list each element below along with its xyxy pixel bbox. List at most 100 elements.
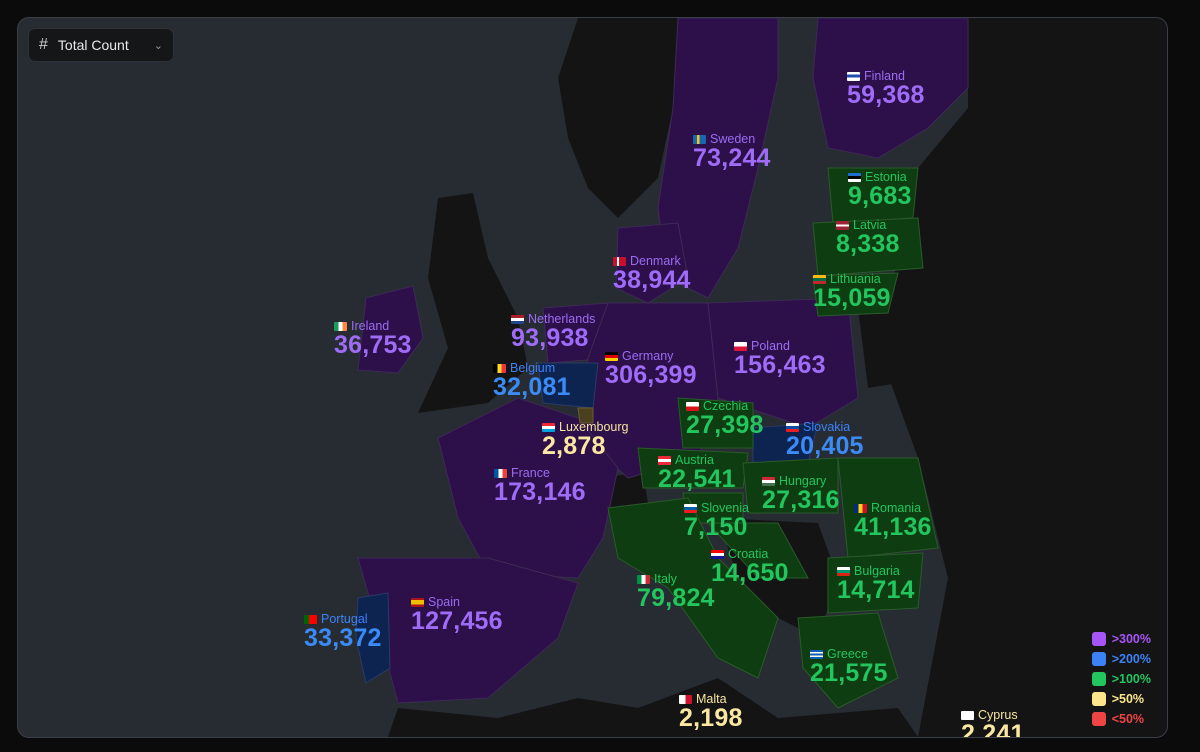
- label-slovenia: Slovenia 7,150: [684, 502, 749, 540]
- legend-item: >100%: [1091, 669, 1151, 689]
- flag-slovenia-icon: [684, 503, 697, 513]
- flag-estonia-icon: [848, 172, 861, 182]
- label-poland-value: 156,463: [734, 350, 826, 379]
- label-france-value: 173,146: [494, 477, 586, 506]
- label-austria: Austria 22,541: [658, 454, 736, 492]
- label-ireland-value: 36,753: [334, 330, 412, 359]
- flag-ireland-icon: [334, 321, 347, 331]
- label-estonia-value: 9,683: [848, 181, 912, 210]
- land-norway: [558, 18, 678, 218]
- label-belgium-value: 32,081: [493, 372, 571, 401]
- flag-cyprus-icon: [961, 710, 974, 720]
- label-romania: Romania 41,136: [854, 502, 932, 540]
- label-hungary-value: 27,316: [762, 485, 840, 514]
- flag-finland-icon: [847, 71, 860, 81]
- metric-selector[interactable]: # Total Count ⌄: [28, 28, 174, 62]
- label-malta: Malta 2,198: [679, 693, 743, 731]
- label-austria-value: 22,541: [658, 464, 736, 493]
- label-malta-value: 2,198: [679, 703, 743, 732]
- label-czechia-value: 27,398: [686, 410, 764, 439]
- flag-czechia-icon: [686, 401, 699, 411]
- flag-malta-icon: [679, 694, 692, 704]
- flag-italy-icon: [637, 574, 650, 584]
- flag-latvia-icon: [836, 220, 849, 230]
- legend-label: >200%: [1111, 652, 1151, 666]
- legend-item: >50%: [1091, 689, 1151, 709]
- flag-denmark-icon: [613, 256, 626, 266]
- label-spain: Spain 127,456: [411, 596, 503, 634]
- legend-item: >200%: [1091, 649, 1151, 669]
- flag-france-icon: [494, 468, 507, 478]
- legend-swatch: [1091, 632, 1106, 646]
- label-belgium: Belgium 32,081: [493, 362, 571, 400]
- flag-luxembourg-icon: [542, 422, 555, 432]
- legend-label: >100%: [1111, 672, 1151, 686]
- label-france: France 173,146: [494, 467, 586, 505]
- label-luxembourg: Luxembourg 2,878: [542, 421, 629, 459]
- label-luxembourg-value: 2,878: [542, 431, 606, 460]
- label-cyprus-value: 2,241: [961, 719, 1025, 738]
- legend-swatch: [1091, 712, 1106, 726]
- label-denmark-value: 38,944: [613, 265, 691, 294]
- label-czechia: Czechia 27,398: [686, 400, 764, 438]
- chevron-down-icon: ⌄: [153, 39, 163, 52]
- flag-germany-icon: [605, 351, 618, 361]
- label-romania-value: 41,136: [854, 512, 932, 541]
- label-portugal: Portugal 33,372: [304, 613, 382, 651]
- legend-swatch: [1091, 652, 1106, 666]
- label-italy-value: 79,824: [637, 583, 715, 612]
- label-finland: Finland 59,368: [847, 70, 925, 108]
- label-poland: Poland 156,463: [734, 340, 826, 378]
- label-netherlands-value: 93,938: [511, 323, 589, 352]
- map-legend: >300% >200% >100% >50% <50%: [1091, 629, 1151, 729]
- label-ireland: Ireland 36,753: [334, 320, 412, 358]
- label-slovakia: Slovakia 20,405: [786, 421, 864, 459]
- legend-swatch: [1091, 672, 1106, 686]
- flag-lithuania-icon: [813, 274, 826, 284]
- label-portugal-value: 33,372: [304, 623, 382, 652]
- label-denmark: Denmark 38,944: [613, 255, 691, 293]
- label-slovakia-value: 20,405: [786, 431, 864, 460]
- label-sweden-value: 73,244: [693, 143, 771, 172]
- flag-hungary-icon: [762, 476, 775, 486]
- label-italy: Italy 79,824: [637, 573, 715, 611]
- label-cyprus: Cyprus 2,241: [961, 709, 1025, 738]
- label-croatia: Croatia 14,650: [711, 548, 789, 586]
- flag-belgium-icon: [493, 363, 506, 373]
- legend-label: >50%: [1111, 692, 1145, 706]
- legend-item: >300%: [1091, 629, 1151, 649]
- legend-swatch: [1091, 692, 1106, 706]
- flag-sweden-icon: [693, 134, 706, 144]
- flag-romania-icon: [854, 503, 867, 513]
- flag-slovakia-icon: [786, 422, 799, 432]
- label-lithuania-value: 15,059: [813, 283, 891, 312]
- flag-portugal-icon: [304, 614, 317, 624]
- label-croatia-value: 14,650: [711, 558, 789, 587]
- legend-label: <50%: [1111, 712, 1145, 726]
- label-greece: Greece 21,575: [810, 648, 888, 686]
- flag-austria-icon: [658, 455, 671, 465]
- label-greece-value: 21,575: [810, 658, 888, 687]
- map-frame[interactable]: # Total Count ⌄ Finland 59,368 Sweden 73…: [17, 17, 1168, 738]
- label-spain-value: 127,456: [411, 606, 503, 635]
- label-bulgaria: Bulgaria 14,714: [837, 565, 915, 603]
- label-lithuania: Lithuania 15,059: [813, 273, 891, 311]
- flag-poland-icon: [734, 341, 747, 351]
- label-germany-value: 306,399: [605, 360, 697, 389]
- label-latvia: Latvia 8,338: [836, 219, 900, 257]
- flag-spain-icon: [411, 597, 424, 607]
- flag-netherlands-icon: [511, 314, 524, 324]
- flag-greece-icon: [810, 649, 823, 659]
- label-sweden: Sweden 73,244: [693, 133, 771, 171]
- label-germany: Germany 306,399: [605, 350, 697, 388]
- label-latvia-value: 8,338: [836, 229, 900, 258]
- metric-selector-label: Total Count: [57, 37, 129, 53]
- label-slovenia-value: 7,150: [684, 512, 748, 541]
- europe-map[interactable]: [18, 18, 1167, 737]
- flag-bulgaria-icon: [837, 566, 850, 576]
- label-hungary: Hungary 27,316: [762, 475, 840, 513]
- legend-label: >300%: [1111, 632, 1151, 646]
- label-bulgaria-value: 14,714: [837, 575, 915, 604]
- label-estonia: Estonia 9,683: [848, 171, 912, 209]
- hash-icon: #: [39, 36, 48, 53]
